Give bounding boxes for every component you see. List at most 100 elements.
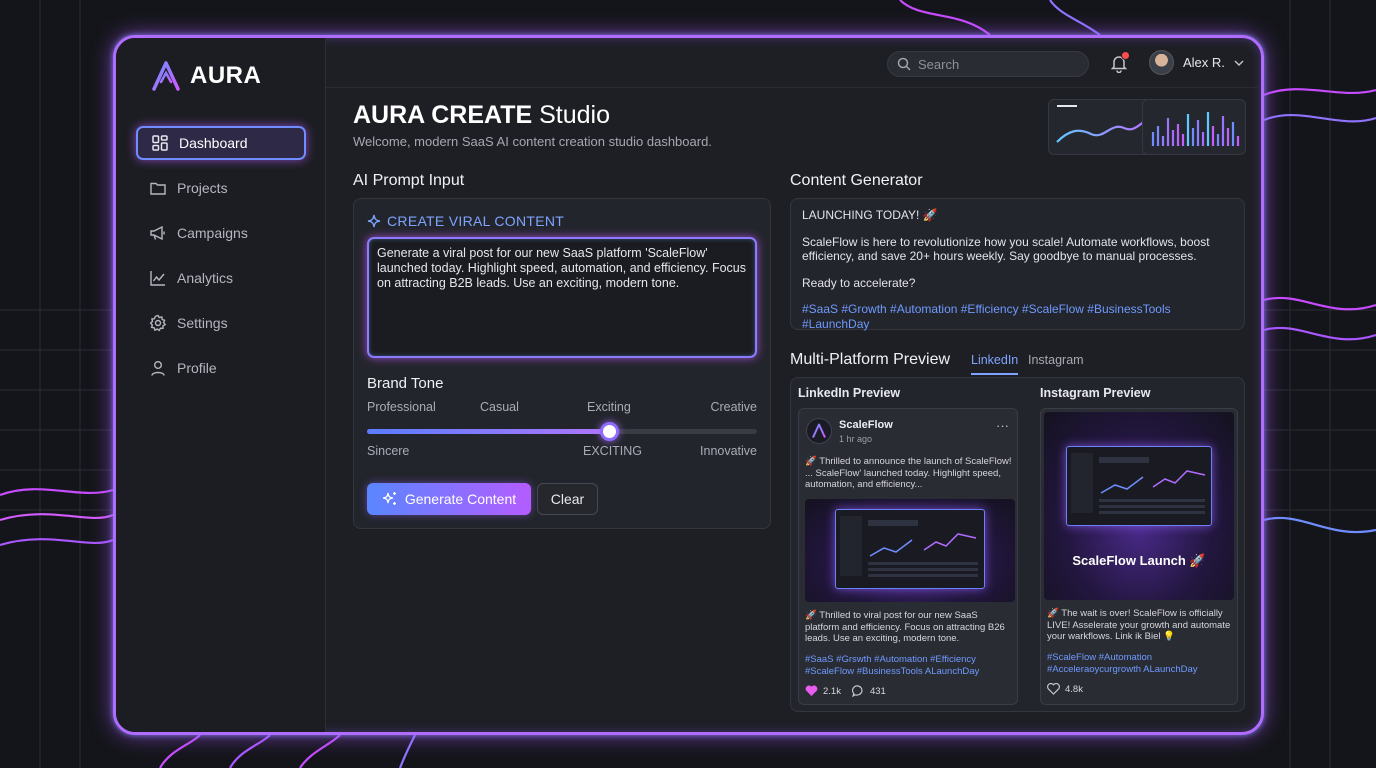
post-stats: 4.8k (1047, 683, 1083, 695)
heart-icon[interactable] (1047, 683, 1060, 695)
generator-section-title: Content Generator (790, 172, 923, 189)
brand-tone-label: Brand Tone (367, 375, 444, 392)
grid-icon (152, 135, 168, 151)
screenshot-graphic (840, 516, 978, 577)
prompt-textarea[interactable]: Generate a viral post for our new SaaS p… (367, 237, 757, 358)
prompt-heading: CREATE VIRAL CONTENT (367, 213, 564, 229)
linkedin-preview-label: LinkedIn Preview (798, 386, 901, 400)
tone-label-innovative: Innovative (700, 444, 757, 458)
notification-button[interactable] (1110, 51, 1130, 78)
post-intro-text: 🚀 Thrilled to announce the launch of Sca… (805, 456, 1012, 490)
sidebar-item-label: Dashboard (179, 135, 248, 151)
sparkles-icon (382, 492, 396, 505)
generate-content-button[interactable]: Generate Content (367, 483, 531, 515)
sidebar-item-profile[interactable]: Profile (136, 351, 306, 385)
gear-icon (149, 314, 167, 332)
sidebar-item-label: Campaigns (177, 225, 248, 241)
search-bar[interactable] (887, 51, 1089, 77)
generated-line-1: LAUNCHING TODAY! 🚀 (802, 208, 938, 222)
chart-icon (150, 271, 165, 286)
screenshot-graphic (1071, 453, 1206, 514)
post-image (805, 499, 1015, 602)
post-time: 1 hr ago (839, 434, 873, 444)
search-input[interactable] (918, 56, 1078, 72)
sidebar: AURA Dashboard Projects Campaigns Analyt… (116, 38, 326, 732)
megaphone-icon (150, 225, 165, 241)
image-caption: ScaleFlow Launch 🚀 (1072, 553, 1206, 568)
linkedin-post-card: ScaleFlow 1 hr ago ··· 🚀 Thrilled to ann… (798, 408, 1018, 705)
instagram-image: ScaleFlow Launch 🚀 (1044, 412, 1234, 600)
tone-slider[interactable] (367, 422, 757, 441)
tone-label-creative: Creative (710, 400, 757, 414)
post-hashtags: #SaaS #Grswth #Automation #Efficiency #S… (805, 654, 980, 677)
app-name: AURA (190, 62, 262, 89)
generated-line-3: Ready to accelerate? (802, 275, 916, 290)
tab-linkedin[interactable]: LinkedIn (971, 353, 1019, 375)
post-body-text: 🚀 The wait is over! ScaleFlow is officia… (1047, 608, 1231, 642)
sidebar-item-label: Settings (177, 315, 228, 331)
tone-slider-fill (367, 429, 609, 434)
post-stats: 2.1k 431 (805, 685, 886, 697)
dashboard-screenshot (835, 509, 985, 589)
comments-count: 431 (869, 685, 886, 697)
sidebar-item-dashboard[interactable]: Dashboard (136, 126, 306, 160)
prompt-heading-text: CREATE VIRAL CONTENT (387, 213, 565, 229)
sidebar-nav: Dashboard Projects Campaigns Analytics S… (136, 126, 306, 396)
clear-button[interactable]: Clear (537, 483, 598, 515)
aura-logo-icon (152, 61, 180, 91)
bar-chart-card (1142, 99, 1246, 155)
topbar: Alex R. (326, 38, 1261, 88)
generated-line-2: ScaleFlow is here to revolutionize how y… (802, 234, 1210, 264)
page-title-rest: Studio (532, 101, 611, 129)
sidebar-item-projects[interactable]: Projects (136, 171, 306, 205)
tone-slider-thumb[interactable] (599, 422, 619, 441)
logo[interactable]: AURA (150, 60, 261, 92)
tone-label-sincere: Sincere (367, 444, 410, 458)
page-subtitle: Welcome, modern SaaS AI content creation… (353, 134, 712, 149)
search-icon (897, 57, 911, 71)
more-options-button[interactable]: ··· (996, 418, 1009, 433)
app-window: AURA Dashboard Projects Campaigns Analyt… (113, 35, 1264, 735)
prompt-panel: CREATE VIRAL CONTENT Generate a viral po… (353, 198, 771, 529)
prompt-section-title: AI Prompt Input (353, 172, 465, 189)
tone-label-casual: Casual (480, 400, 519, 414)
user-menu[interactable]: Alex R. (1149, 50, 1244, 75)
avatar (1149, 50, 1174, 75)
sidebar-item-settings[interactable]: Settings (136, 306, 306, 340)
post-hashtags: #ScaleFlow #Automation #Acceleraoycurgro… (1047, 652, 1198, 675)
sidebar-item-label: Analytics (177, 270, 234, 286)
dashboard-screenshot (1066, 446, 1212, 526)
preview-panel: LinkedIn Preview Instagram Preview Scale… (790, 377, 1245, 712)
likes-count: 2.1k (823, 685, 841, 697)
sidebar-item-analytics[interactable]: Analytics (136, 261, 306, 295)
generated-hashtags: #SaaS #Growth #Automation #Efficiency #S… (802, 302, 1171, 331)
notification-badge (1121, 51, 1130, 60)
comment-icon[interactable] (851, 685, 865, 697)
user-icon (151, 361, 165, 376)
preview-section-title: Multi-Platform Preview (790, 351, 951, 368)
tone-label-professional: Professional (367, 400, 436, 414)
tab-instagram[interactable]: Instagram (1028, 353, 1084, 373)
user-name: Alex R. (1183, 55, 1225, 70)
page-title: AURA CREATE Studio (353, 101, 610, 130)
sidebar-item-label: Profile (177, 360, 217, 376)
tone-label-exciting: Exciting (587, 400, 631, 414)
heart-icon[interactable] (805, 685, 818, 697)
tone-current-value: EXCITING (583, 444, 643, 458)
instagram-preview-label: Instagram Preview (1040, 386, 1151, 400)
sparkle-icon (367, 214, 381, 228)
sidebar-item-label: Projects (177, 180, 228, 196)
page-title-bold: AURA CREATE (353, 101, 533, 129)
instagram-post-card: ScaleFlow Launch 🚀 🚀 The wait is over! S… (1040, 408, 1238, 705)
generated-content-panel: LAUNCHING TODAY! 🚀 ScaleFlow is here to … (790, 198, 1245, 331)
sidebar-item-campaigns[interactable]: Campaigns (136, 216, 306, 250)
account-avatar (806, 418, 832, 444)
bar-chart-thumbnail (1151, 112, 1240, 146)
likes-count: 4.8k (1065, 683, 1083, 695)
chevron-down-icon (1234, 60, 1244, 66)
main-content: Alex R. AURA CREATE Studio Welcome, mode… (326, 38, 1261, 732)
account-name: ScaleFlow (839, 419, 893, 431)
post-body-text: 🚀 Thrilled to viral post for our new Saa… (805, 610, 1005, 644)
folder-icon (150, 182, 166, 195)
aura-logo-icon (812, 423, 826, 438)
